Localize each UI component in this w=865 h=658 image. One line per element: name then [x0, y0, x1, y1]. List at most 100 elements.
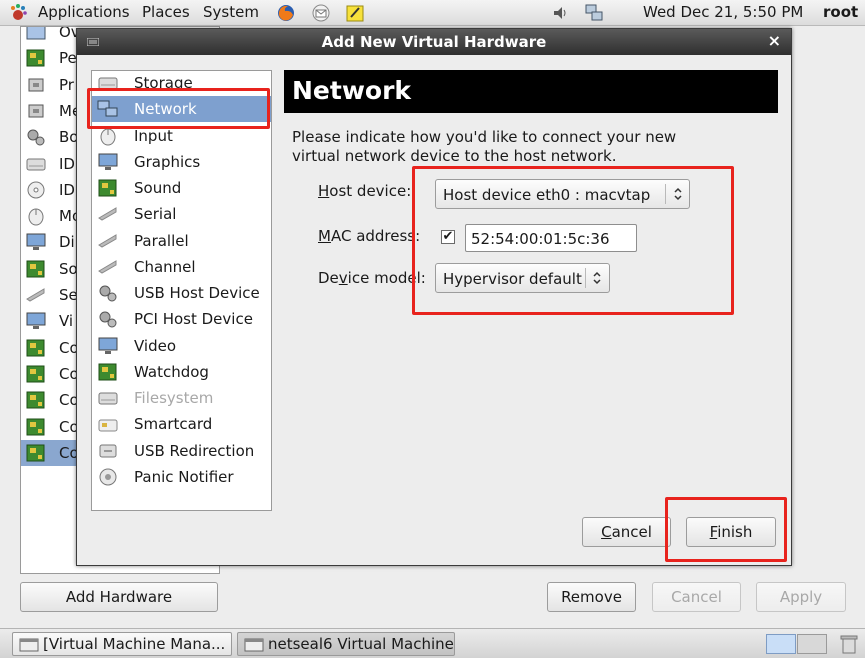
workspace-2[interactable] — [797, 634, 827, 654]
dialog-title: Add New Virtual Hardware — [321, 33, 547, 51]
channel-icon — [96, 257, 120, 277]
hardware-item-pci-host-device[interactable]: PCI Host Device — [92, 306, 271, 332]
boot-options-icon — [24, 127, 46, 147]
vm-hardware-item-label: Se — [59, 286, 78, 304]
apply-button[interactable]: Apply — [756, 582, 846, 612]
menu-applications[interactable]: Applications — [38, 3, 130, 21]
highlight-network-item — [87, 88, 270, 129]
hardware-type-list[interactable]: Storage Network Input Graphics Sound Serial Pa… — [91, 70, 272, 511]
display-icon — [24, 232, 46, 252]
hardware-item-graphics[interactable]: Graphics — [92, 149, 271, 175]
task-virt-manager[interactable]: [Virtual Machine Mana... — [12, 632, 232, 656]
hardware-item-label: Panic Notifier — [134, 467, 234, 486]
dialog-titlebar[interactable]: Add New Virtual Hardware × — [77, 29, 791, 55]
serial-port-icon — [96, 204, 120, 224]
parallel-port-icon — [96, 231, 120, 251]
hardware-item-watchdog[interactable]: Watchdog — [92, 359, 271, 385]
menu-system[interactable]: System — [203, 3, 259, 21]
add-hardware-button[interactable]: Add Hardware — [20, 582, 218, 612]
taskbar: [Virtual Machine Mana... netseal6 Virtua… — [0, 628, 865, 658]
sound-icon — [24, 259, 46, 279]
menu-places[interactable]: Places — [142, 3, 190, 21]
filesystem-icon — [96, 388, 120, 408]
controller-icon — [24, 443, 46, 463]
hardware-item-label: Parallel — [134, 231, 189, 250]
sound-card-icon — [96, 178, 120, 198]
hardware-item-video[interactable]: Video — [92, 333, 271, 359]
user-name[interactable]: root — [823, 3, 858, 21]
trash-icon[interactable] — [838, 633, 860, 655]
vm-hardware-item-label: Pe — [59, 49, 77, 68]
controller-icon — [24, 417, 46, 437]
hardware-item-parallel[interactable]: Parallel — [92, 228, 271, 254]
notes-launcher-icon[interactable] — [345, 3, 365, 23]
performance-icon — [24, 48, 46, 68]
controller-icon — [24, 338, 46, 358]
workspace-1[interactable] — [766, 634, 796, 654]
pci-host-icon — [96, 309, 120, 329]
window-icon — [19, 638, 39, 652]
hardware-item-label: PCI Host Device — [134, 310, 253, 329]
task-label: [Virtual Machine Mana... — [43, 635, 226, 653]
hardware-item-label: Video — [134, 336, 177, 355]
email-launcher-icon[interactable] — [311, 3, 331, 23]
hardware-item-label: Graphics — [134, 152, 201, 171]
hardware-item-label: USB Redirection — [134, 441, 255, 460]
hardware-item-usb-redirection[interactable]: USB Redirection — [92, 438, 271, 464]
vm-hardware-item-label: Vi — [59, 312, 74, 331]
controller-icon — [24, 364, 46, 384]
video-icon — [24, 311, 46, 331]
memory-icon — [24, 101, 46, 121]
hardware-item-filesystem[interactable]: Filesystem — [92, 385, 271, 411]
vm-hardware-item-label: ID — [59, 154, 75, 173]
mouse-icon — [24, 206, 46, 226]
close-icon[interactable]: × — [768, 32, 781, 50]
hardware-item-channel[interactable]: Channel — [92, 254, 271, 280]
vm-hardware-item-label: Pr — [59, 75, 74, 94]
hardware-item-label: Watchdog — [134, 362, 209, 381]
section-banner: Network — [284, 70, 778, 113]
usb-redirection-icon — [96, 441, 120, 461]
top-panel: Applications Places System Wed Dec 21, 5… — [0, 0, 865, 26]
serial-icon — [24, 285, 46, 305]
controller-icon — [24, 390, 46, 410]
volume-icon[interactable] — [551, 3, 571, 23]
highlight-finish-button — [665, 497, 787, 562]
mac-address-label: MAC address: — [318, 227, 421, 245]
watchdog-icon — [96, 362, 120, 382]
background-cancel-button[interactable]: Cancel — [652, 582, 741, 612]
graphics-icon — [96, 152, 120, 172]
task-netseal6-vm[interactable]: netseal6 Virtual Machine — [237, 632, 455, 656]
task-label: netseal6 Virtual Machine — [268, 635, 454, 653]
cancel-button[interactable]: Cancel — [582, 517, 671, 547]
smartcard-icon — [96, 414, 120, 434]
hardware-item-serial[interactable]: Serial — [92, 201, 271, 227]
network-status-icon[interactable] — [584, 3, 604, 23]
processor-icon — [24, 75, 46, 95]
hardware-item-label: Filesystem — [134, 389, 214, 407]
vm-hardware-item-label: Di — [59, 233, 75, 252]
hardware-item-label: USB Host Device — [134, 284, 260, 302]
firefox-launcher-icon[interactable] — [276, 3, 296, 23]
host-device-label: Host device: — [318, 182, 412, 200]
overview-icon — [24, 27, 46, 42]
window-icon — [244, 638, 264, 652]
clock[interactable]: Wed Dec 21, 5:50 PM — [643, 3, 803, 21]
device-model-label: Device model: — [318, 269, 426, 287]
hardware-item-smartcard[interactable]: Smartcard — [92, 411, 271, 437]
hardware-item-label: Sound — [134, 179, 182, 197]
disk-icon — [24, 154, 46, 174]
hardware-item-label: Channel — [134, 257, 196, 276]
highlight-network-settings — [412, 166, 734, 315]
section-title: Network — [292, 76, 412, 105]
usb-host-icon — [96, 283, 120, 303]
hardware-item-sound[interactable]: Sound — [92, 175, 271, 201]
gnome-foot-icon[interactable] — [8, 3, 28, 23]
hardware-item-panic-notifier[interactable]: Panic Notifier — [92, 464, 271, 490]
hardware-item-usb-host-device[interactable]: USB Host Device — [92, 280, 271, 306]
network-description: Please indicate how you'd like to connec… — [292, 128, 677, 165]
video-card-icon — [96, 336, 120, 356]
hardware-item-label: Smartcard — [134, 415, 213, 434]
panic-notifier-icon — [96, 467, 120, 487]
remove-button[interactable]: Remove — [547, 582, 636, 612]
